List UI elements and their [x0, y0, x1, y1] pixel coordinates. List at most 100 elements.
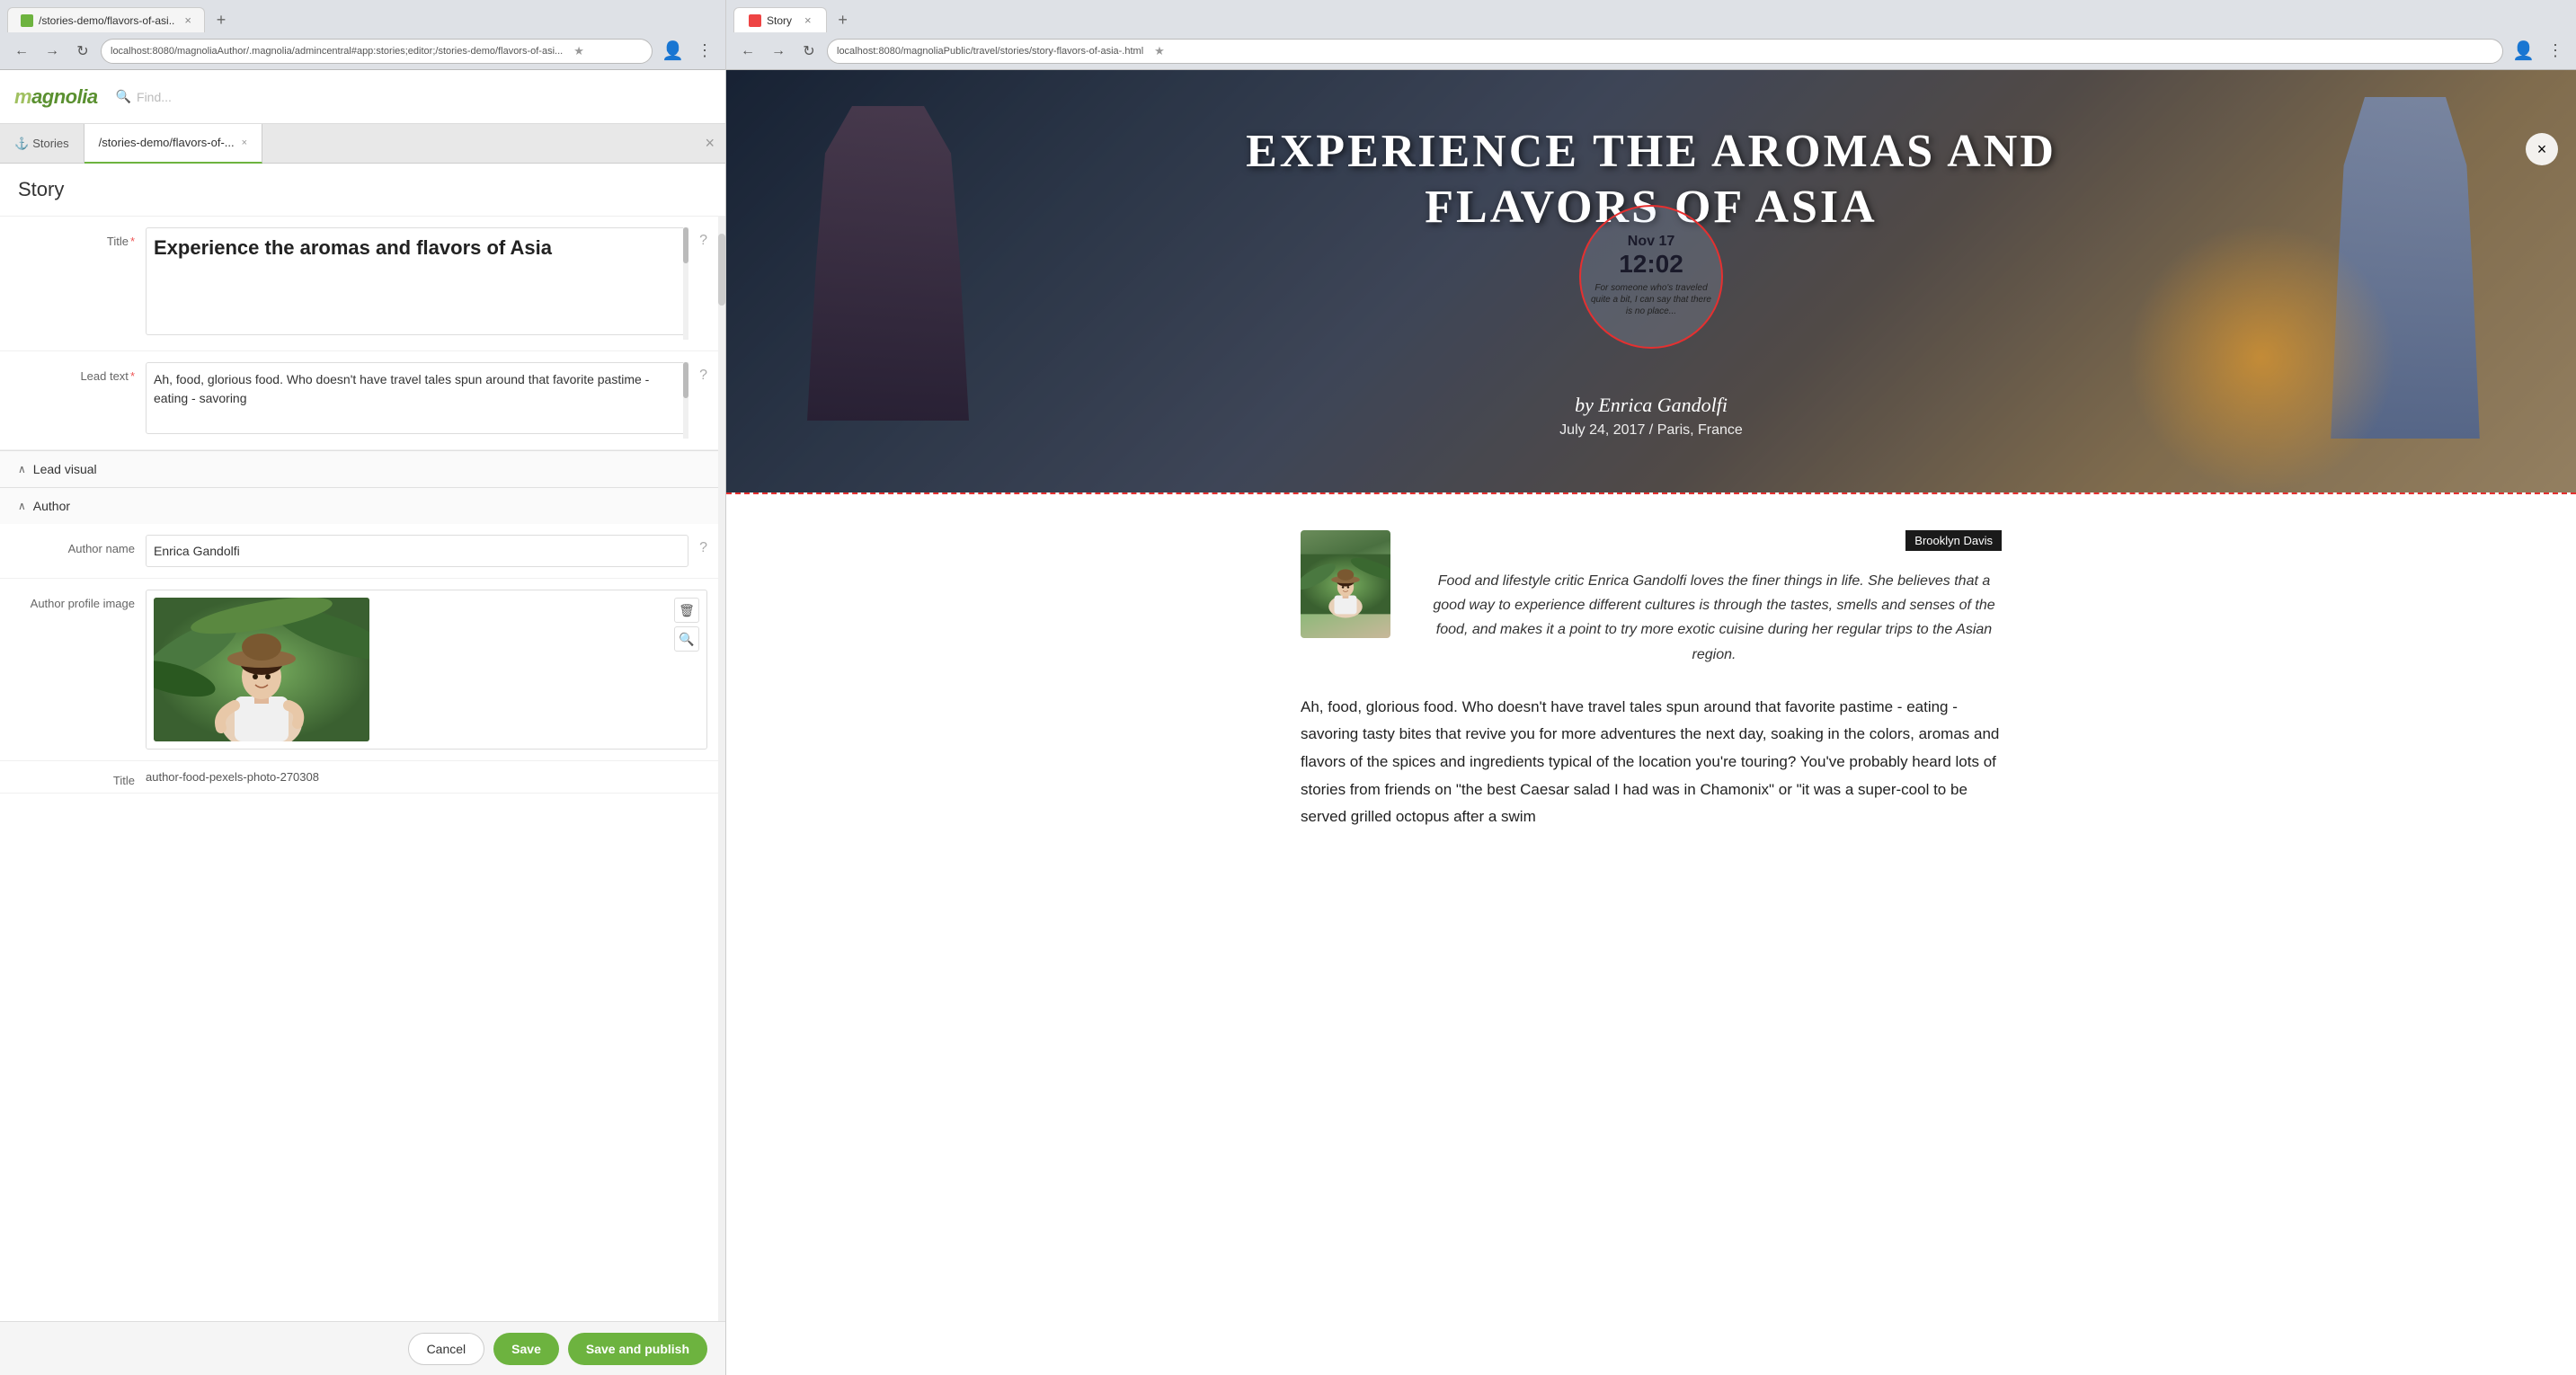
author-image-svg [154, 598, 369, 741]
preview-tab-favicon [749, 14, 761, 27]
preview-address-bar[interactable]: localhost:8080/magnoliaPublic/travel/sto… [827, 39, 2503, 64]
lead-text-field-wrapper: Ah, food, glorious food. Who doesn't hav… [146, 362, 688, 439]
author-profile-thumbnail [154, 598, 369, 741]
title-scroll[interactable] [683, 227, 688, 340]
sunset-glow [2127, 223, 2396, 492]
author-avatar-image [1301, 530, 1390, 638]
address-bar[interactable]: localhost:8080/magnoliaAuthor/.magnolia/… [101, 39, 653, 64]
author-bio: Food and lifestyle critic Enrica Gandolf… [1426, 560, 2002, 667]
author-profile-image-row: Author profile image [0, 579, 725, 761]
lead-text-field-row: Lead text* Ah, food, glorious food. Who … [0, 351, 725, 450]
scrollbar-thumb [718, 234, 725, 306]
image-delete-button[interactable]: 🗑 [674, 598, 699, 623]
lead-text-help-icon[interactable]: ? [699, 362, 707, 384]
editor-scrollbar[interactable] [718, 216, 725, 1321]
image-container: 🗑 🔍 [146, 590, 707, 750]
stories-tab-label: Stories [32, 137, 68, 150]
hero-section: EXPERIENCE THE AROMAS AND FLAVORS OF ASI… [726, 70, 2576, 492]
story-form-area: Story Title* Experience the aromas and f… [0, 164, 725, 1321]
image-title-label-cell: Title [18, 767, 135, 787]
author-info-wrapper: Brooklyn Davis Food and lifestyle critic… [1426, 530, 2002, 667]
article-body-text: Ah, food, glorious food. Who doesn't hav… [1301, 694, 2002, 831]
url-text: localhost:8080/magnoliaAuthor/.magnolia/… [111, 46, 563, 57]
bottom-action-bar: Cancel Save Save and publish [0, 1321, 725, 1375]
user-icon[interactable]: 👤 [658, 40, 688, 62]
image-title-label: Title [113, 774, 135, 787]
hero-circle-overlay: Nov 17 12:02 For someone who's traveled … [1579, 205, 1723, 349]
tab-favicon [21, 14, 33, 27]
article-body: Brooklyn Davis Food and lifestyle critic… [1247, 494, 2056, 867]
author-card-header: Brooklyn Davis [1426, 530, 2002, 551]
title-textarea[interactable]: Experience the aromas and flavors of Asi… [146, 227, 688, 335]
author-section-header[interactable]: ∧ Author [0, 487, 725, 524]
preview-user-icon[interactable]: 👤 [2509, 40, 2538, 62]
save-button[interactable]: Save [493, 1333, 559, 1365]
image-action-buttons: 🗑 🔍 [674, 598, 699, 652]
close-icon: × [2537, 140, 2547, 159]
new-tab-button[interactable]: + [209, 7, 234, 32]
menu-dots[interactable]: ⋮ [693, 38, 716, 64]
save-publish-button[interactable]: Save and publish [568, 1333, 707, 1365]
author-profile-image-label: Author profile image [18, 590, 135, 610]
form-section-title: Story [0, 164, 725, 217]
author-card-name: Brooklyn Davis [1905, 530, 2002, 551]
image-title-value-wrapper: author-food-pexels-photo-270308 [146, 767, 707, 784]
search-icon: 🔍 [116, 89, 131, 104]
circle-date: Nov 17 [1628, 234, 1674, 250]
preview-close-button[interactable]: × [2526, 133, 2558, 165]
preview-tab-close[interactable]: × [804, 13, 812, 27]
image-title-row: Title author-food-pexels-photo-270308 [0, 761, 725, 794]
close-panel-btn[interactable]: × [694, 134, 725, 153]
app-tab-bar: ⚓ Stories /stories-demo/flavors-of-... ×… [0, 124, 725, 164]
lead-text-textarea[interactable]: Ah, food, glorious food. Who doesn't hav… [146, 362, 688, 434]
lead-visual-label: Lead visual [33, 462, 97, 476]
bookmark-icon[interactable]: ★ [573, 44, 584, 58]
forward-button[interactable]: → [40, 39, 65, 64]
author-name-input[interactable] [146, 535, 688, 567]
reload-button[interactable]: ↻ [70, 39, 95, 64]
editor-panel: /stories-demo/flavors-of-asi... × + ← → … [0, 0, 726, 1375]
lead-visual-section[interactable]: ∧ Lead visual [0, 450, 725, 487]
circle-time: 12:02 [1619, 250, 1683, 279]
preview-browser-tab[interactable]: Story × [733, 7, 827, 32]
preview-tab-label: Story [767, 14, 792, 27]
circle-text: For someone who's traveled quite a bit, … [1581, 279, 1721, 321]
active-story-tab[interactable]: /stories-demo/flavors-of-... × [84, 124, 262, 164]
tab-label: /stories-demo/flavors-of-asi... [39, 14, 175, 27]
cancel-button[interactable]: Cancel [408, 1333, 485, 1365]
preview-back-button[interactable]: ← [735, 39, 760, 64]
title-field-row: Title* Experience the aromas and flavors… [0, 217, 725, 351]
preview-new-tab-button[interactable]: + [831, 7, 856, 32]
author-section-content: Author name ? Author profile image [0, 524, 725, 794]
hero-author: by Enrica Gandolfi [726, 394, 2576, 417]
preview-reload-button[interactable]: ↻ [796, 39, 822, 64]
stories-icon: ⚓ [14, 137, 29, 151]
preview-bookmark-icon[interactable]: ★ [1154, 44, 1165, 58]
preview-menu-dots[interactable]: ⋮ [2544, 38, 2567, 64]
back-button[interactable]: ← [9, 39, 34, 64]
lead-text-label: Lead text* [18, 362, 135, 383]
lead-visual-arrow: ∧ [18, 463, 26, 475]
title-help-icon[interactable]: ? [699, 227, 707, 249]
active-tab-close[interactable]: × [242, 138, 247, 148]
title-field-wrapper: Experience the aromas and flavors of Asi… [146, 227, 688, 340]
author-name-help-icon[interactable]: ? [699, 535, 707, 556]
lead-scroll[interactable] [683, 362, 688, 439]
editor-browser-tab[interactable]: /stories-demo/flavors-of-asi... × [7, 7, 205, 32]
search-bar[interactable]: 🔍 Find... [116, 89, 172, 104]
author-name-label: Author name [18, 535, 135, 555]
magnolia-logo: magnolia [14, 85, 98, 109]
magnolia-header: magnolia 🔍 Find... [0, 70, 725, 124]
search-placeholder: Find... [137, 90, 172, 104]
preview-forward-button[interactable]: → [766, 39, 791, 64]
title-label: Title* [18, 227, 135, 248]
tab-close[interactable]: × [184, 13, 191, 27]
image-title-value: author-food-pexels-photo-270308 [146, 767, 707, 784]
preview-url-text: localhost:8080/magnoliaPublic/travel/sto… [837, 46, 1143, 57]
author-profile-area: Brooklyn Davis Food and lifestyle critic… [1301, 530, 2002, 667]
hero-date-location: July 24, 2017 / Paris, France [726, 422, 2576, 439]
image-zoom-button[interactable]: 🔍 [674, 626, 699, 652]
author-avatar-svg [1301, 530, 1390, 638]
delete-icon: 🗑 [679, 603, 695, 618]
stories-nav-tab[interactable]: ⚓ Stories [0, 124, 84, 164]
